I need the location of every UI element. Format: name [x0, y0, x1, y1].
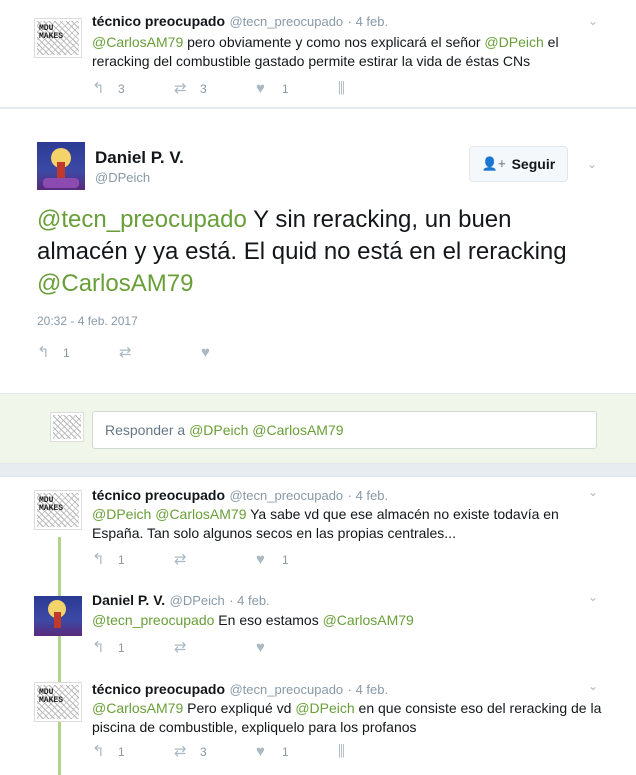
like-icon: ♥ [201, 344, 210, 361]
mention-link[interactable]: @CarlosAM79 [323, 612, 414, 628]
mention-link[interactable]: @DPeich [484, 34, 543, 50]
avatar[interactable]: MDU MAKES [34, 18, 82, 58]
like-icon: ♥ [256, 80, 265, 97]
tweet-text: @tecn_preocupado En eso estamos @CarlosA… [92, 611, 572, 630]
main-timestamp[interactable]: 20:32 - 4 feb. 2017 [37, 314, 138, 328]
tweet-author-name[interactable]: técnico preocupado [92, 487, 225, 503]
retweet-button[interactable]: ⇄ 3 [174, 80, 226, 97]
tweet-time[interactable]: 4 feb. [356, 14, 389, 29]
reply-button[interactable]: ↰ 1 [92, 551, 144, 568]
like-button[interactable]: ♥ [256, 639, 308, 656]
separator-dot: · [347, 488, 356, 503]
retweet-icon: ⇄ [174, 743, 187, 760]
reply-button[interactable]: ↰ 3 [92, 80, 144, 97]
avatar[interactable] [37, 142, 85, 190]
tweet-text-segment: pero obviamente y como nos explicará el … [183, 34, 485, 50]
mention-link[interactable]: @tecn_preocupado [37, 206, 247, 233]
avatar[interactable]: MDU MAKES [34, 490, 82, 530]
mention-link[interactable]: @CarlosAM79 [92, 34, 183, 50]
tweet-actions: ↰ 1 ⇄ ♥ [92, 639, 338, 656]
tweet-4[interactable]: MDU MAKES técnico preocupado @tecn_preoc… [0, 672, 636, 775]
mention-link[interactable]: @CarlosAM79 [37, 270, 193, 297]
tweet-author-name[interactable]: Daniel P. V. [92, 592, 165, 608]
tweet-author-handle[interactable]: @DPeich [170, 593, 225, 608]
main-author-name[interactable]: Daniel P. V. [95, 148, 184, 168]
like-button[interactable]: ♥ 1 [256, 80, 308, 97]
retweet-button[interactable]: ⇄ 3 [174, 743, 226, 760]
reply-box: Responder a @DPeich @CarlosAM79 [0, 393, 636, 464]
tweet-author-name[interactable]: técnico preocupado [92, 681, 225, 697]
tweet-time[interactable]: 4 feb. [356, 682, 389, 697]
tweet-2[interactable]: MDU MAKES técnico preocupado @tecn_preoc… [0, 477, 636, 577]
like-icon: ♥ [256, 743, 265, 760]
tweet-3[interactable]: Daniel P. V. @DPeich · 4 feb. ⌄ @tecn_pr… [0, 582, 636, 667]
retweet-icon: ⇄ [119, 344, 132, 361]
analytics-button[interactable]: ⫼ [338, 743, 356, 760]
like-icon: ♥ [256, 639, 265, 656]
tweet-author-name[interactable]: técnico preocupado [92, 13, 225, 29]
analytics-icon: ⫼ [338, 743, 345, 760]
retweet-button[interactable]: ⇄ [174, 639, 226, 656]
reply-icon: ↰ [92, 80, 105, 97]
tweet-time[interactable]: 4 feb. [237, 593, 270, 608]
follow-icon: 👤+ [481, 156, 506, 171]
analytics-icon: ⫼ [338, 80, 345, 97]
tweet-time[interactable]: 4 feb. [356, 488, 389, 503]
retweet-icon: ⇄ [174, 639, 187, 656]
reply-button[interactable]: ↰ 1 [92, 743, 144, 760]
main-author-handle[interactable]: @DPeich [95, 170, 150, 185]
chevron-down-icon[interactable]: ⌄ [588, 590, 598, 604]
main-actions: ↰ 1 ⇄ ♥ [37, 344, 249, 361]
reply-button[interactable]: ↰ 1 [37, 344, 89, 361]
chevron-down-icon[interactable]: ⌄ [588, 485, 598, 499]
tweet-text: @DPeich @CarlosAM79 Ya sabe vd que ese a… [92, 505, 572, 543]
tweet-text-segment: En eso estamos [214, 612, 323, 628]
tweet-author-handle[interactable]: @tecn_preocupado [229, 682, 343, 697]
my-avatar [50, 412, 84, 442]
tweet-author-handle[interactable]: @tecn_preocupado [229, 488, 343, 503]
analytics-button[interactable]: ⫼ [338, 80, 356, 97]
chevron-down-icon[interactable]: ⌄ [587, 157, 597, 171]
main-tweet: Daniel P. V. @DPeich 👤+ Seguir ⌄ @tecn_p… [0, 109, 636, 393]
mention-link[interactable]: @CarlosAM79 [155, 506, 246, 522]
follow-button[interactable]: 👤+ Seguir [469, 146, 568, 182]
reply-icon: ↰ [92, 639, 105, 656]
mention-link[interactable]: @tecn_preocupado [92, 612, 214, 628]
avatar[interactable]: MDU MAKES [34, 682, 82, 722]
separator-dot: · [347, 14, 356, 29]
mention-link[interactable]: @DPeich [295, 700, 354, 716]
reply-icon: ↰ [92, 551, 105, 568]
retweet-button[interactable]: ⇄ [119, 344, 171, 361]
avatar[interactable] [34, 596, 82, 636]
avatar-logo-text: MDU MAKES [39, 24, 64, 41]
mention-link[interactable]: @DPeich [92, 506, 151, 522]
conversation-thread: MDU MAKES técnico preocupado @tecn_preoc… [0, 476, 636, 775]
reply-icon: ↰ [92, 743, 105, 760]
tweet-actions: ↰ 3 ⇄ 3 ♥ 1 ⫼ [92, 80, 386, 97]
tweet-1[interactable]: MDU MAKES técnico preocupado @tecn_preoc… [0, 0, 636, 108]
retweet-button[interactable]: ⇄ [174, 551, 226, 568]
tweet-actions: ↰ 1 ⇄ 3 ♥ 1 ⫼ [92, 743, 386, 760]
tweet-text: @CarlosAM79 pero obviamente y como nos e… [92, 33, 572, 71]
mention-link[interactable]: @CarlosAM79 [92, 700, 183, 716]
separator-dot: · [229, 593, 238, 608]
retweet-icon: ⇄ [174, 80, 187, 97]
reply-input[interactable]: Responder a @DPeich @CarlosAM79 [92, 411, 597, 449]
tweet-text: @CarlosAM79 Pero expliqué vd @DPeich en … [92, 699, 612, 737]
separator-dot: · [347, 682, 356, 697]
like-icon: ♥ [256, 551, 265, 568]
chevron-down-icon[interactable]: ⌄ [588, 679, 598, 693]
tweet-text-segment: Pero expliqué vd [183, 700, 296, 716]
main-tweet-text: @tecn_preocupado Y sin reracking, un bue… [37, 204, 567, 300]
chevron-down-icon[interactable]: ⌄ [588, 14, 598, 28]
tweet-author-handle[interactable]: @tecn_preocupado [229, 14, 343, 29]
retweet-icon: ⇄ [174, 551, 187, 568]
reply-button[interactable]: ↰ 1 [92, 639, 144, 656]
like-button[interactable]: ♥ 1 [256, 551, 308, 568]
follow-label: Seguir [511, 156, 556, 172]
like-button[interactable]: ♥ [201, 344, 219, 361]
reply-icon: ↰ [37, 344, 50, 361]
tweet-actions: ↰ 1 ⇄ ♥ 1 [92, 551, 338, 568]
like-button[interactable]: ♥ 1 [256, 743, 308, 760]
